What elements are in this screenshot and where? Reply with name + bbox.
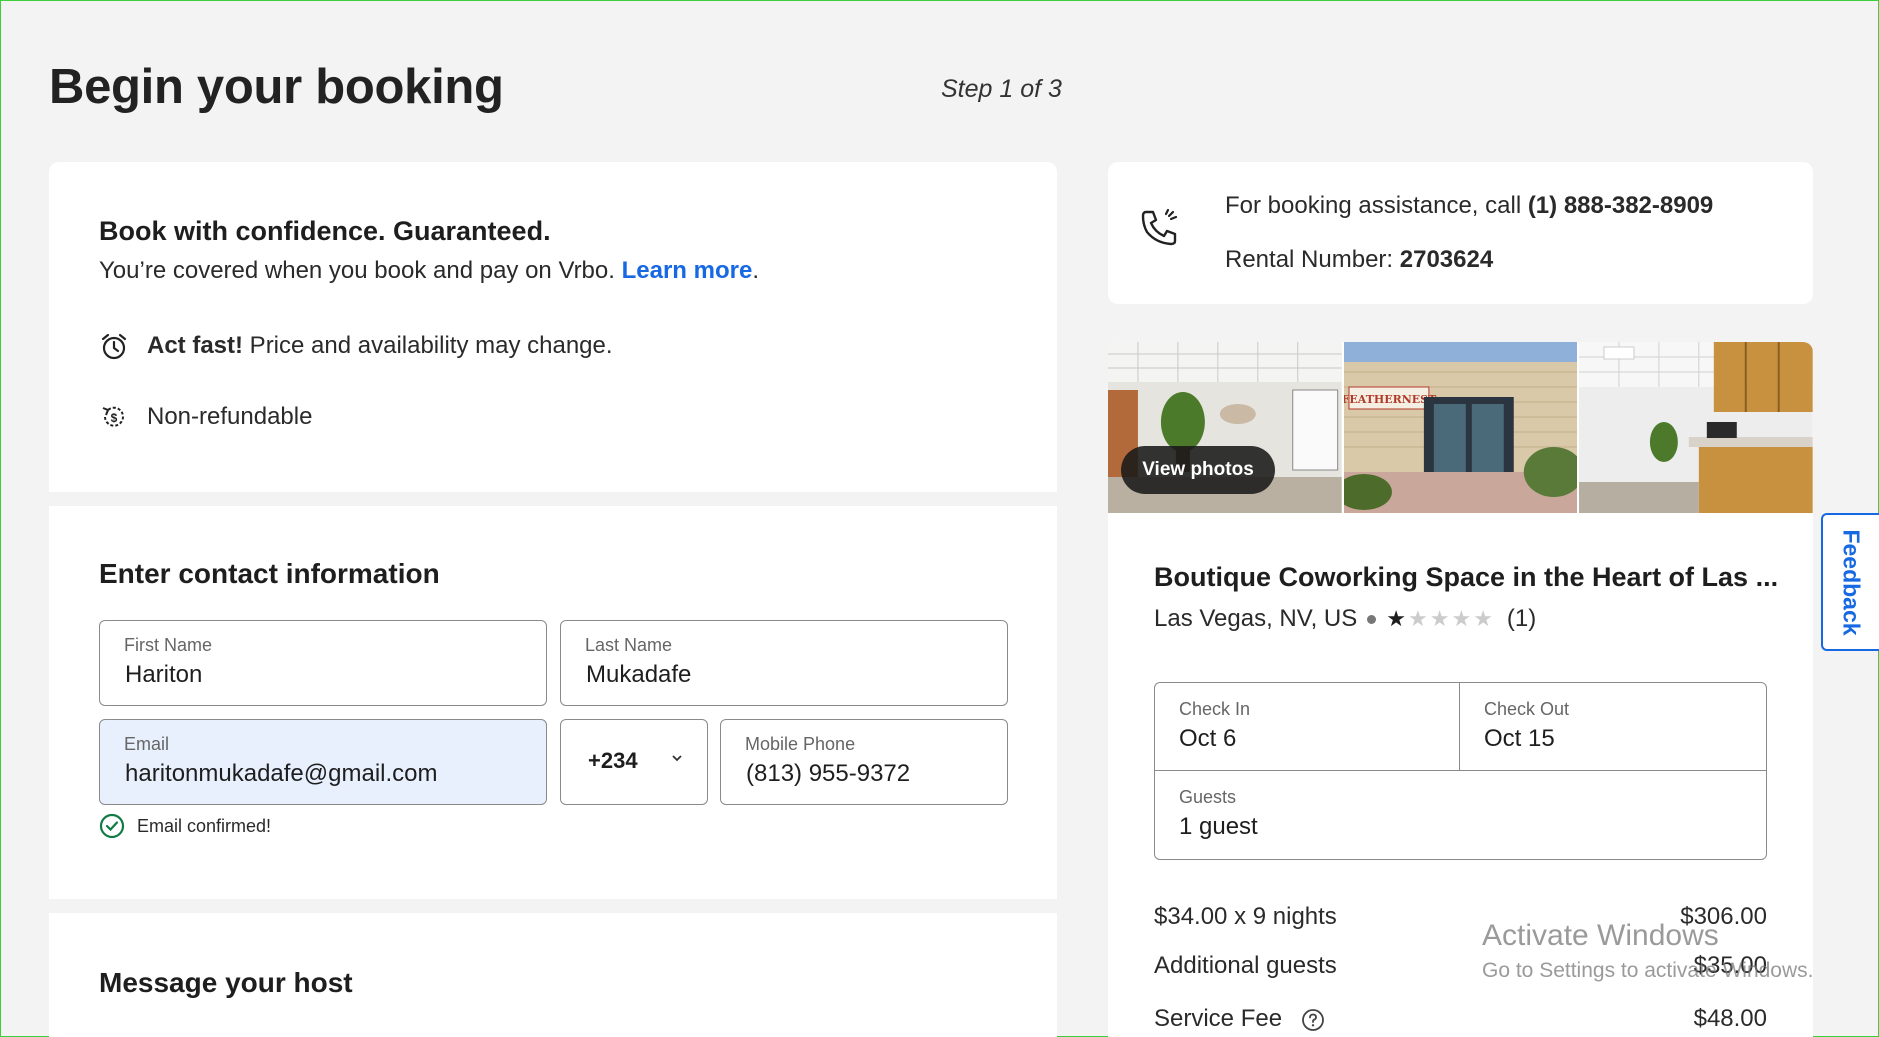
non-refundable-text: Non-refundable	[147, 403, 313, 430]
act-fast-text: Act fast! Price and availability may cha…	[147, 332, 613, 360]
contact-card: Enter contact information First Name Har…	[49, 506, 1057, 899]
activate-windows-watermark: Activate Windows Go to Settings to activ…	[1482, 919, 1814, 983]
star-icon: ★	[1451, 606, 1472, 631]
first-name-value[interactable]: Hariton	[125, 661, 202, 689]
property-location: Las Vegas, NV, US	[1154, 605, 1358, 632]
country-code-value: +234	[588, 748, 638, 773]
covered-label: You’re covered when you book and pay on …	[99, 257, 622, 284]
property-photo-2[interactable]: FEATHERNEST	[1343, 342, 1578, 513]
email-confirmed-status: Email confirmed!	[99, 813, 271, 839]
guests-label: Guests	[1179, 787, 1237, 807]
rental-number-label: Rental Number:	[1225, 246, 1400, 273]
first-name-label: First Name	[124, 635, 213, 655]
country-code-select[interactable]: +234	[560, 719, 708, 805]
email-field[interactable]: Email haritonmukadafe@gmail.com	[99, 719, 547, 805]
covered-text: You’re covered when you book and pay on …	[99, 257, 759, 285]
email-value[interactable]: haritonmukadafe@gmail.com	[125, 760, 438, 788]
star-icon: ★	[1386, 606, 1406, 631]
price-row: Service Fee $48.00	[1154, 1005, 1767, 1033]
property-photo-1[interactable]: View photos	[1108, 342, 1342, 513]
price-label: Service Fee	[1154, 1005, 1283, 1032]
assistance-label: For booking assistance, call	[1225, 192, 1528, 219]
confidence-heading: Book with confidence. Guaranteed.	[99, 216, 551, 246]
property-name[interactable]: Boutique Coworking Space in the Heart of…	[1154, 562, 1778, 593]
price-label: $34.00 x 9 nights	[1154, 903, 1337, 930]
assistance-phone[interactable]: (1) 888-382-8909	[1528, 192, 1713, 219]
check-in-label: Check In	[1179, 699, 1251, 719]
help-icon[interactable]	[1301, 1008, 1325, 1032]
watermark-subtitle: Go to Settings to activate Windows.	[1482, 959, 1814, 982]
refund-policy-icon: $	[102, 406, 124, 427]
check-out-field[interactable]: Check Out Oct 15	[1460, 683, 1766, 771]
star-icon: ★	[1473, 606, 1493, 631]
mobile-phone-field[interactable]: Mobile Phone (813) 955-9372	[720, 719, 1008, 805]
feedback-label: Feedback	[1839, 528, 1866, 636]
confidence-card: Book with confidence. Guaranteed. You’re…	[49, 162, 1057, 492]
price-amount: $48.00	[1693, 1005, 1767, 1032]
stay-details-box: Check In Oct 6 Check Out Oct 15 Guests 1…	[1154, 682, 1767, 860]
mobile-phone-label: Mobile Phone	[745, 734, 856, 754]
learn-more-link[interactable]: Learn more	[622, 257, 753, 284]
review-count[interactable]: (1)	[1507, 605, 1536, 633]
svg-text:FEATHERNEST: FEATHERNEST	[1344, 393, 1437, 406]
assistance-text: For booking assistance, call (1) 888-382…	[1225, 192, 1713, 220]
view-photos-button[interactable]: View photos	[1121, 446, 1275, 494]
message-host-heading: Message your host	[99, 967, 353, 998]
service-fee-label-group: Service Fee	[1154, 1005, 1325, 1033]
email-confirmed-text: Email confirmed!	[137, 815, 272, 836]
rental-number-value: 2703624	[1399, 246, 1494, 273]
contact-heading: Enter contact information	[99, 558, 440, 589]
act-fast-bold: Act fast!	[147, 332, 244, 359]
separator-dot	[1367, 614, 1377, 624]
property-location-row: Las Vegas, NV, US ★ ★ ★ ★ ★ (1)	[1154, 605, 1536, 633]
photo-strip[interactable]: View photos FEATHERNEST	[1108, 342, 1813, 513]
phone-icon	[1141, 208, 1178, 246]
mobile-phone-value[interactable]: (813) 955-9372	[746, 760, 910, 788]
last-name-value[interactable]: Mukadafe	[586, 661, 691, 689]
act-fast-detail: Price and availability may change.	[243, 332, 613, 359]
booking-assistance-card: For booking assistance, call (1) 888-382…	[1108, 162, 1813, 304]
watermark-title: Activate Windows	[1482, 919, 1719, 952]
star-icon: ★	[1407, 606, 1428, 631]
last-name-label: Last Name	[585, 635, 673, 655]
feedback-tab[interactable]: Feedback	[1821, 513, 1879, 651]
price-label: Additional guests	[1154, 952, 1337, 979]
alarm-clock-icon	[101, 333, 127, 360]
message-host-card: Message your host	[49, 913, 1057, 1037]
check-in-value: Oct 6	[1179, 725, 1237, 752]
step-indicator: Step 1 of 3	[941, 75, 1062, 103]
guests-field[interactable]: Guests 1 guest	[1155, 771, 1766, 859]
chevron-down-icon	[672, 755, 682, 762]
last-name-field[interactable]: Last Name Mukadafe	[560, 620, 1008, 706]
guests-value: 1 guest	[1179, 813, 1258, 840]
first-name-field[interactable]: First Name Hariton	[99, 620, 547, 706]
svg-text:$: $	[111, 411, 118, 425]
rating-stars: ★ ★ ★ ★ ★	[1386, 606, 1493, 632]
page-title: Begin your booking	[49, 60, 504, 114]
check-out-value: Oct 15	[1484, 725, 1555, 752]
rental-number-text: Rental Number: 2703624	[1225, 246, 1493, 274]
check-out-label: Check Out	[1484, 699, 1570, 719]
email-label: Email	[124, 734, 170, 754]
check-in-field[interactable]: Check In Oct 6	[1155, 683, 1460, 771]
property-photo-3[interactable]	[1579, 342, 1813, 513]
star-icon: ★	[1429, 606, 1450, 631]
period-text: .	[752, 257, 759, 284]
check-circle-icon	[99, 813, 125, 839]
